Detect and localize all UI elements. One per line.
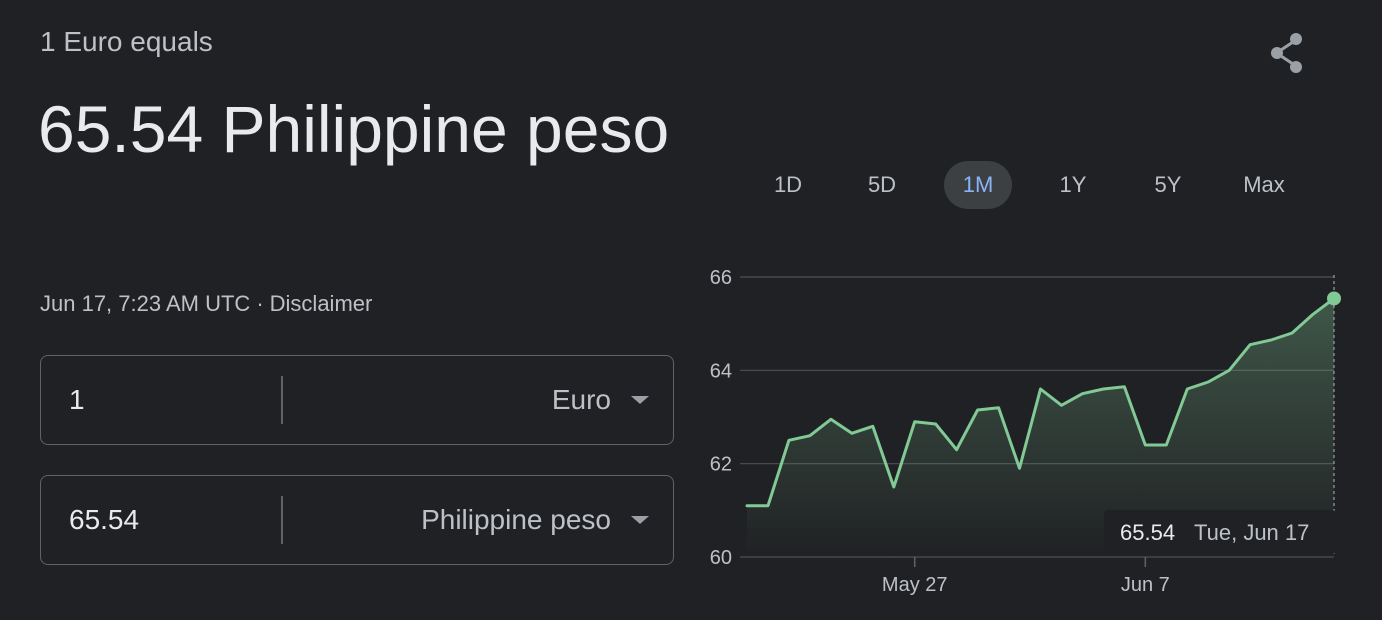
range-tab-max[interactable]: Max <box>1230 161 1298 209</box>
y-tick-label: 60 <box>710 547 732 569</box>
x-tick-label: May 27 <box>882 574 948 596</box>
to-divider <box>281 496 283 544</box>
share-button[interactable] <box>1262 28 1314 80</box>
chevron-down-icon[interactable] <box>631 516 649 524</box>
y-tick-label: 64 <box>710 360 732 382</box>
data-point-latest <box>1327 291 1341 306</box>
from-divider <box>281 376 283 424</box>
tooltip-date: Tue, Jun 17 <box>1194 520 1309 545</box>
disclaimer-link[interactable]: Disclaimer <box>270 291 373 316</box>
chevron-down-icon[interactable] <box>631 396 649 404</box>
share-icon <box>1271 33 1302 73</box>
conversion-headline: 65.54 Philippine peso <box>38 92 670 166</box>
x-tick-label: Jun 7 <box>1121 574 1170 596</box>
conversion-subtitle: 1 Euro equals <box>40 26 213 57</box>
time-range-selector: 1D 5D 1M 1Y 5Y Max <box>740 161 1360 209</box>
range-tab-1m[interactable]: 1M <box>944 161 1012 209</box>
currency-converter-card: 1 Euro equals 65.54 Philippine peso Jun … <box>0 0 1382 620</box>
rate-timestamp: Jun 17, 7:23 AM UTC <box>40 291 251 316</box>
to-currency-select[interactable]: Philippine peso <box>421 476 611 564</box>
from-currency-row: 1 Euro <box>40 355 674 445</box>
rate-meta: Jun 17, 7:23 AM UTC · Disclaimer <box>40 288 372 320</box>
y-tick-label: 66 <box>710 267 732 289</box>
to-amount-input[interactable]: 65.54 <box>69 476 139 564</box>
range-tab-5d[interactable]: 5D <box>848 161 916 209</box>
range-tab-1y[interactable]: 1Y <box>1039 161 1107 209</box>
range-tab-5y[interactable]: 5Y <box>1134 161 1202 209</box>
y-tick-label: 62 <box>710 454 732 476</box>
to-currency-row: 65.54 Philippine peso <box>40 475 674 565</box>
tooltip-value: 65.54 <box>1120 520 1175 545</box>
from-amount-input[interactable]: 1 <box>69 356 85 444</box>
exchange-rate-chart[interactable]: 60 62 64 66 May 27 Jun 7 65.54 Tue, Jun 17 <box>690 255 1370 615</box>
meta-separator: · <box>256 291 264 316</box>
chart-canvas: 60 62 64 66 May 27 Jun 7 65.54 Tue, Jun 17 <box>710 267 1341 596</box>
from-currency-select[interactable]: Euro <box>552 356 611 444</box>
range-tab-1d[interactable]: 1D <box>754 161 822 209</box>
